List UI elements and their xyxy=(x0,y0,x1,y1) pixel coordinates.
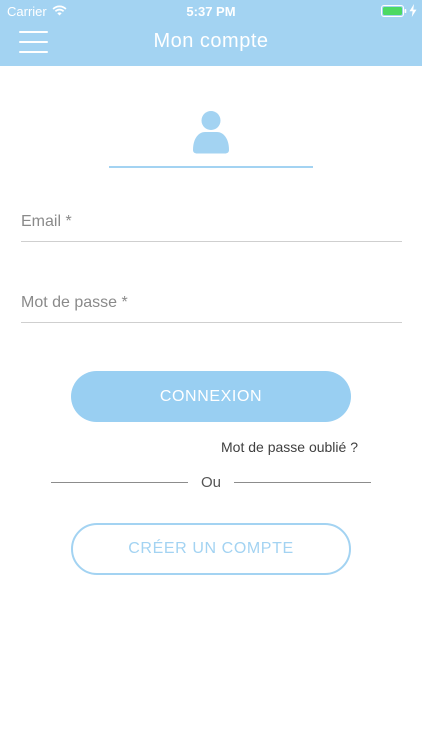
charging-bolt-icon xyxy=(409,4,417,17)
email-input[interactable] xyxy=(21,206,402,238)
status-time: 5:37 PM xyxy=(186,4,236,19)
password-input[interactable] xyxy=(21,287,402,319)
forgot-password-link[interactable]: Mot de passe oublié ? xyxy=(221,439,358,455)
page-title: Mon compte xyxy=(153,30,269,52)
email-field xyxy=(21,206,402,242)
create-account-button[interactable]: CRÉER UN COMPTE xyxy=(71,523,351,575)
password-field xyxy=(21,287,402,323)
avatar-underline xyxy=(109,166,313,168)
divider-line-right xyxy=(234,482,371,483)
battery-icon xyxy=(381,5,407,17)
user-icon xyxy=(193,111,229,154)
login-button[interactable]: CONNEXION xyxy=(71,371,351,422)
app-header: Carrier 5:37 PM Mon compte xyxy=(0,0,422,66)
status-bar: Carrier 5:37 PM xyxy=(0,0,422,22)
